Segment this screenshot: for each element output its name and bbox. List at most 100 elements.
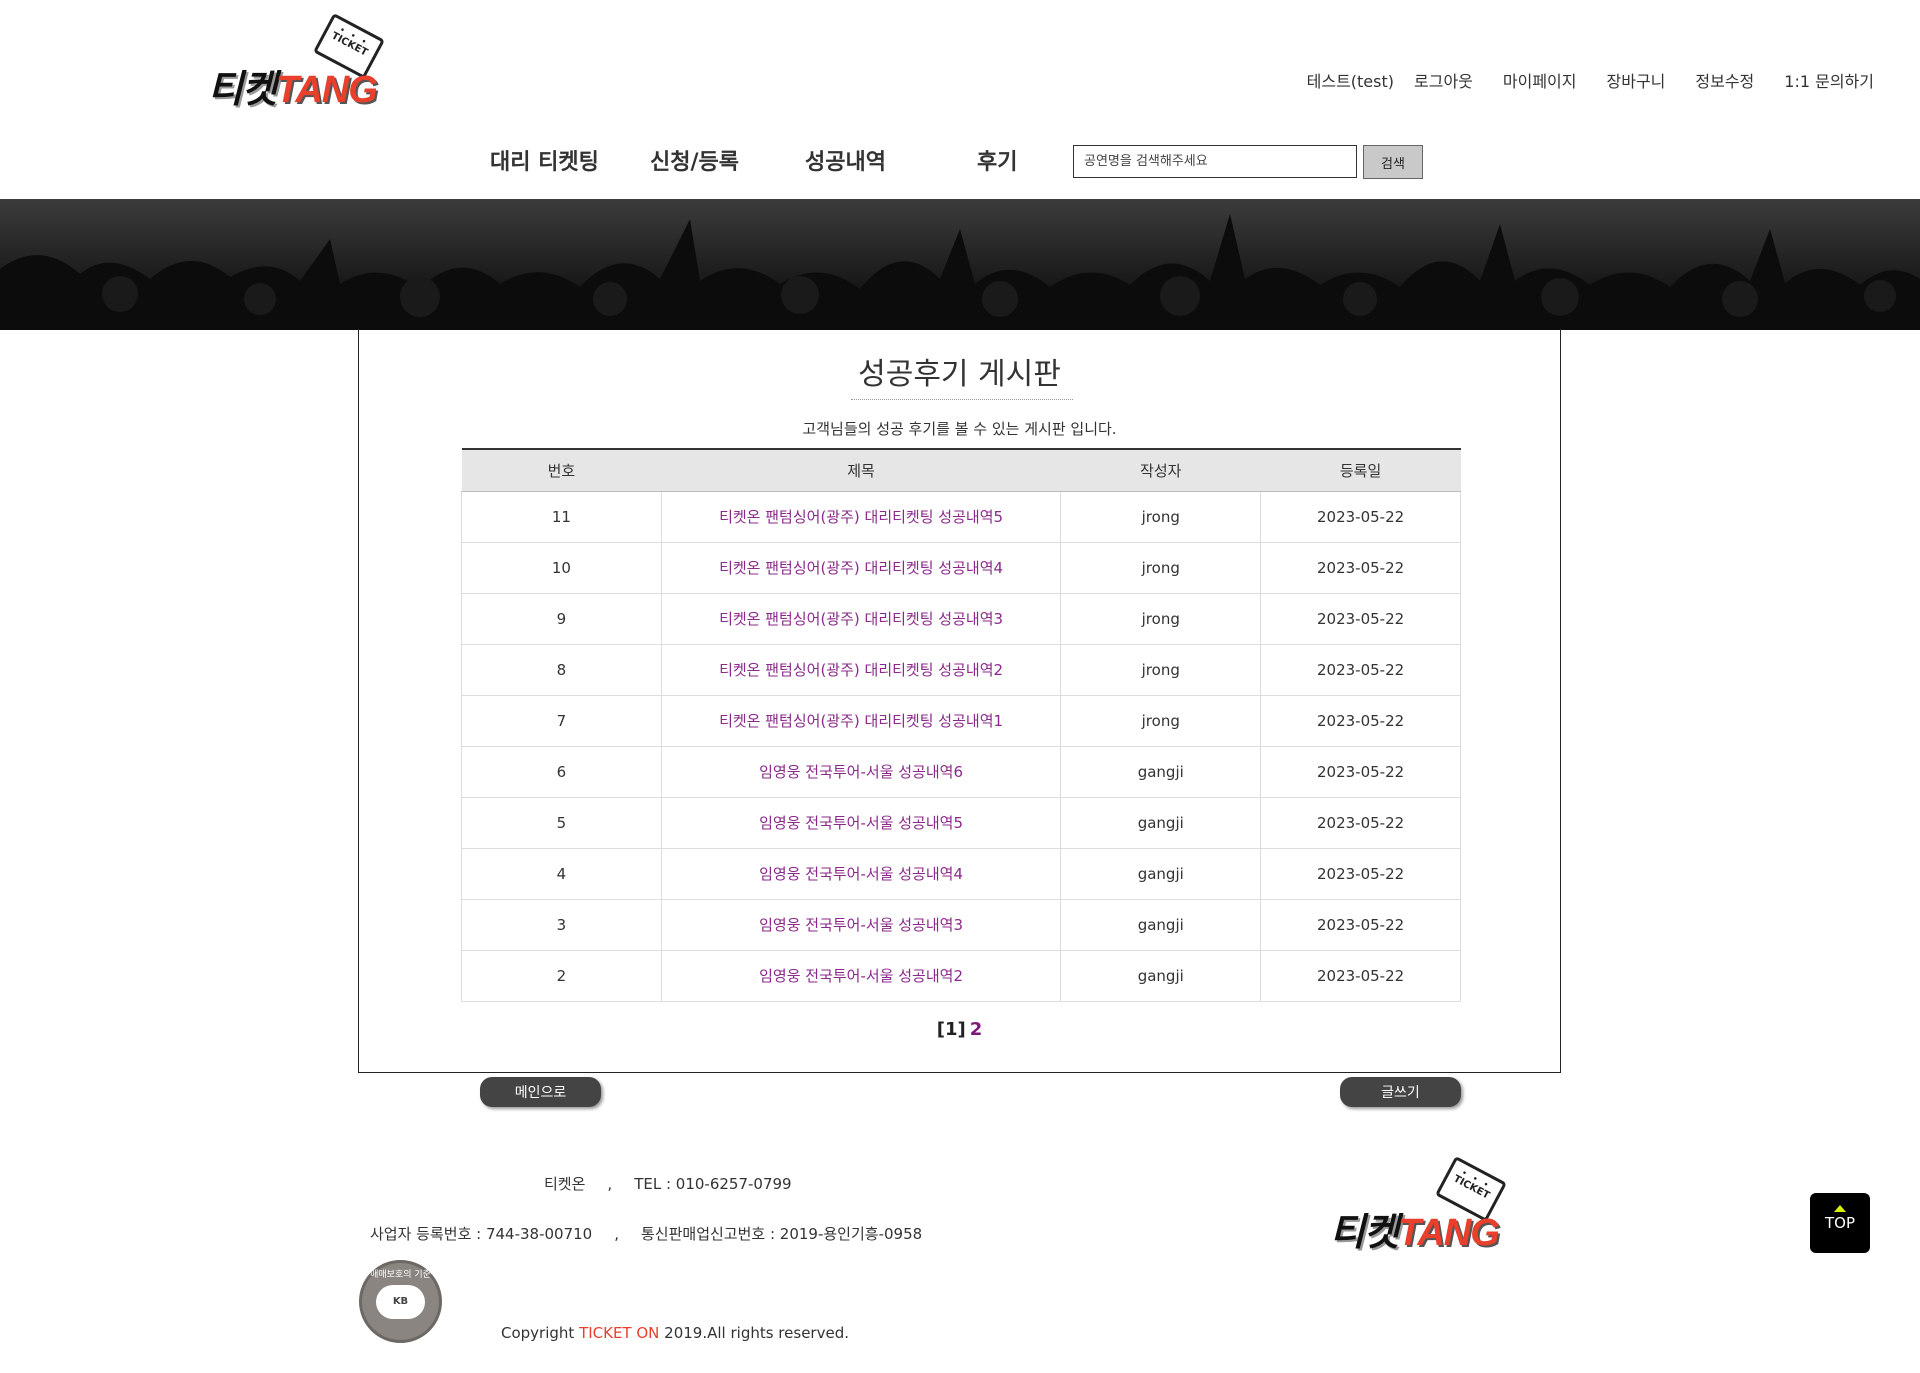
site-logo[interactable]: • • • TICKET 티켓TANG <box>208 12 385 111</box>
row-title-link[interactable]: 임영웅 전국투어-서울 성공내역5 <box>660 796 1062 849</box>
seal-center-text: KB <box>376 1285 425 1319</box>
row-title-link[interactable]: 임영웅 전국투어-서울 성공내역3 <box>660 898 1062 951</box>
column-header-number: 번호 <box>461 448 662 492</box>
logout-link[interactable]: 로그아웃 <box>1414 68 1473 92</box>
main-page-button[interactable]: 메인으로 <box>480 1077 601 1107</box>
row-date: 2023-05-22 <box>1260 490 1461 543</box>
row-number: 3 <box>461 898 662 951</box>
logo-text-korean: 티켓 <box>1330 1212 1399 1254</box>
row-author: jrong <box>1060 643 1262 696</box>
table-row[interactable]: 7 티켓온 팬텀싱어(광주) 대리티켓팅 성공내역1 jrong 2023-05-22 <box>461 694 1461 747</box>
row-number: 6 <box>461 745 662 798</box>
logo-text: 티켓TANG <box>1330 1201 1500 1256</box>
row-number: 9 <box>461 592 662 645</box>
user-name-link[interactable]: 테스트(test) <box>1307 68 1394 92</box>
copyright-prefix: Copyright <box>501 1324 580 1342</box>
pagination: [1] 2 <box>359 1019 1560 1040</box>
copyright-suffix: 2019.All rights reserved. <box>659 1324 849 1342</box>
seal-ring-text: 매매보호의 기준 <box>370 1270 431 1280</box>
footer-mail-order-number: 통신판매업신고번호 : 2019-용인기흥-0958 <box>641 1225 923 1243</box>
write-post-button[interactable]: 글쓰기 <box>1340 1077 1461 1107</box>
table-row[interactable]: 5 임영웅 전국투어-서울 성공내역5 gangji 2023-05-22 <box>461 796 1461 849</box>
logo-text-tang: TANG <box>275 69 378 111</box>
table-row[interactable]: 2 임영웅 전국투어-서울 성공내역2 gangji 2023-05-22 <box>461 949 1461 1002</box>
review-table: 번호 제목 작성자 등록일 11 티켓온 팬텀싱어(광주) 대리티켓팅 성공내역5… <box>461 448 1461 1002</box>
escrow-seal-icon: 매매보호의 기준 KB <box>359 1260 442 1343</box>
hero-banner <box>0 199 1920 330</box>
column-header-author: 작성자 <box>1060 448 1261 492</box>
footer-biz-number: 사업자 등록번호 : 744-38-00710 <box>370 1225 593 1243</box>
row-date: 2023-05-22 <box>1260 694 1461 747</box>
nav-reviews[interactable]: 후기 <box>977 144 1017 176</box>
logo-text-tang: TANG <box>1397 1212 1500 1254</box>
search-button[interactable]: 검색 <box>1363 145 1423 179</box>
row-title-link[interactable]: 티켓온 팬텀싱어(광주) 대리티켓팅 성공내역2 <box>660 643 1062 696</box>
copyright-brand: TICKET ON <box>579 1324 660 1342</box>
row-date: 2023-05-22 <box>1260 541 1461 594</box>
table-row[interactable]: 9 티켓온 팬텀싱어(광주) 대리티켓팅 성공내역3 jrong 2023-05-22 <box>461 592 1461 645</box>
nav-apply-register[interactable]: 신청/등록 <box>650 144 805 176</box>
edit-info-link[interactable]: 정보수정 <box>1695 68 1754 92</box>
row-title-link[interactable]: 임영웅 전국투어-서울 성공내역4 <box>660 847 1062 900</box>
row-author: jrong <box>1060 541 1262 594</box>
main-nav: 대리 티켓팅 신청/등록 성공내역 후기 <box>490 144 1017 176</box>
row-date: 2023-05-22 <box>1260 898 1461 951</box>
nav-proxy-ticketing[interactable]: 대리 티켓팅 <box>490 144 650 176</box>
row-author: gangji <box>1060 745 1262 798</box>
row-date: 2023-05-22 <box>1260 949 1461 1002</box>
board-description: 고객님들의 성공 후기를 볼 수 있는 게시판 입니다. <box>802 420 1117 438</box>
row-date: 2023-05-22 <box>1260 592 1461 645</box>
row-title-link[interactable]: 티켓온 팬텀싱어(광주) 대리티켓팅 성공내역4 <box>660 541 1062 594</box>
scroll-top-button[interactable]: TOP <box>1810 1193 1870 1253</box>
footer-company-name: 티켓온 <box>544 1175 586 1193</box>
row-title-link[interactable]: 임영웅 전국투어-서울 성공내역6 <box>660 745 1062 798</box>
mypage-link[interactable]: 마이페이지 <box>1503 68 1577 92</box>
board-title: 성공후기 게시판 <box>858 357 1061 392</box>
inquiry-link[interactable]: 1:1 문의하기 <box>1784 68 1874 92</box>
table-row[interactable]: 10 티켓온 팬텀싱어(광주) 대리티켓팅 성공내역4 jrong 2023-05-2… <box>461 541 1461 594</box>
footer-separator: , <box>607 1175 613 1193</box>
column-header-date: 등록일 <box>1260 448 1461 492</box>
row-number: 2 <box>461 949 662 1002</box>
row-title-link[interactable]: 임영웅 전국투어-서울 성공내역2 <box>660 949 1062 1002</box>
table-row[interactable]: 6 임영웅 전국투어-서울 성공내역6 gangji 2023-05-22 <box>461 745 1461 798</box>
footer-business-line: 사업자 등록번호 : 744-38-00710, 통신판매업신고번호 : 2019… <box>370 1223 922 1244</box>
row-title-link[interactable]: 티켓온 팬텀싱어(광주) 대리티켓팅 성공내역5 <box>660 490 1062 543</box>
cart-link[interactable]: 장바구니 <box>1607 68 1666 92</box>
footer-tel: TEL : 010-6257-0799 <box>634 1175 792 1193</box>
footer-logo: • • • TICKET 티켓TANG <box>1330 1155 1510 1254</box>
table-row[interactable]: 3 임영웅 전국투어-서울 성공내역3 gangji 2023-05-22 <box>461 898 1461 951</box>
row-date: 2023-05-22 <box>1260 643 1461 696</box>
row-number: 11 <box>461 490 662 543</box>
page-link-2[interactable]: 2 <box>970 1019 983 1040</box>
footer-copyright: Copyright TICKET ON 2019.All rights rese… <box>501 1324 849 1342</box>
top-utility-nav: 테스트(test) 로그아웃 마이페이지 장바구니 정보수정 1:1 문의하기 <box>1307 68 1874 92</box>
nav-success-history[interactable]: 성공내역 <box>805 144 977 176</box>
search-input[interactable] <box>1073 145 1357 178</box>
row-title-link[interactable]: 티켓온 팬텀싱어(광주) 대리티켓팅 성공내역1 <box>660 694 1062 747</box>
table-row[interactable]: 4 임영웅 전국투어-서울 성공내역4 gangji 2023-05-22 <box>461 847 1461 900</box>
scroll-top-label: TOP <box>1824 1214 1855 1232</box>
row-author: gangji <box>1060 796 1262 849</box>
logo-text: 티켓TANG <box>208 58 378 113</box>
table-row[interactable]: 8 티켓온 팬텀싱어(광주) 대리티켓팅 성공내역2 jrong 2023-05-22 <box>461 643 1461 696</box>
footer-separator: , <box>614 1225 619 1243</box>
crowd-silhouette-image <box>0 199 1920 330</box>
row-author: gangji <box>1060 847 1262 900</box>
row-number: 4 <box>461 847 662 900</box>
title-divider <box>851 399 1073 400</box>
row-author: jrong <box>1060 592 1262 645</box>
row-author: gangji <box>1060 898 1262 951</box>
row-number: 7 <box>461 694 662 747</box>
row-date: 2023-05-22 <box>1260 745 1461 798</box>
row-number: 5 <box>461 796 662 849</box>
row-number: 10 <box>461 541 662 594</box>
row-author: jrong <box>1060 694 1262 747</box>
row-date: 2023-05-22 <box>1260 796 1461 849</box>
arrow-up-icon <box>1834 1205 1846 1212</box>
row-number: 8 <box>461 643 662 696</box>
page-current: [1] <box>936 1019 966 1040</box>
table-row[interactable]: 11 티켓온 팬텀싱어(광주) 대리티켓팅 성공내역5 jrong 2023-05-2… <box>461 490 1461 543</box>
logo-text-korean: 티켓 <box>208 69 277 111</box>
row-title-link[interactable]: 티켓온 팬텀싱어(광주) 대리티켓팅 성공내역3 <box>660 592 1062 645</box>
